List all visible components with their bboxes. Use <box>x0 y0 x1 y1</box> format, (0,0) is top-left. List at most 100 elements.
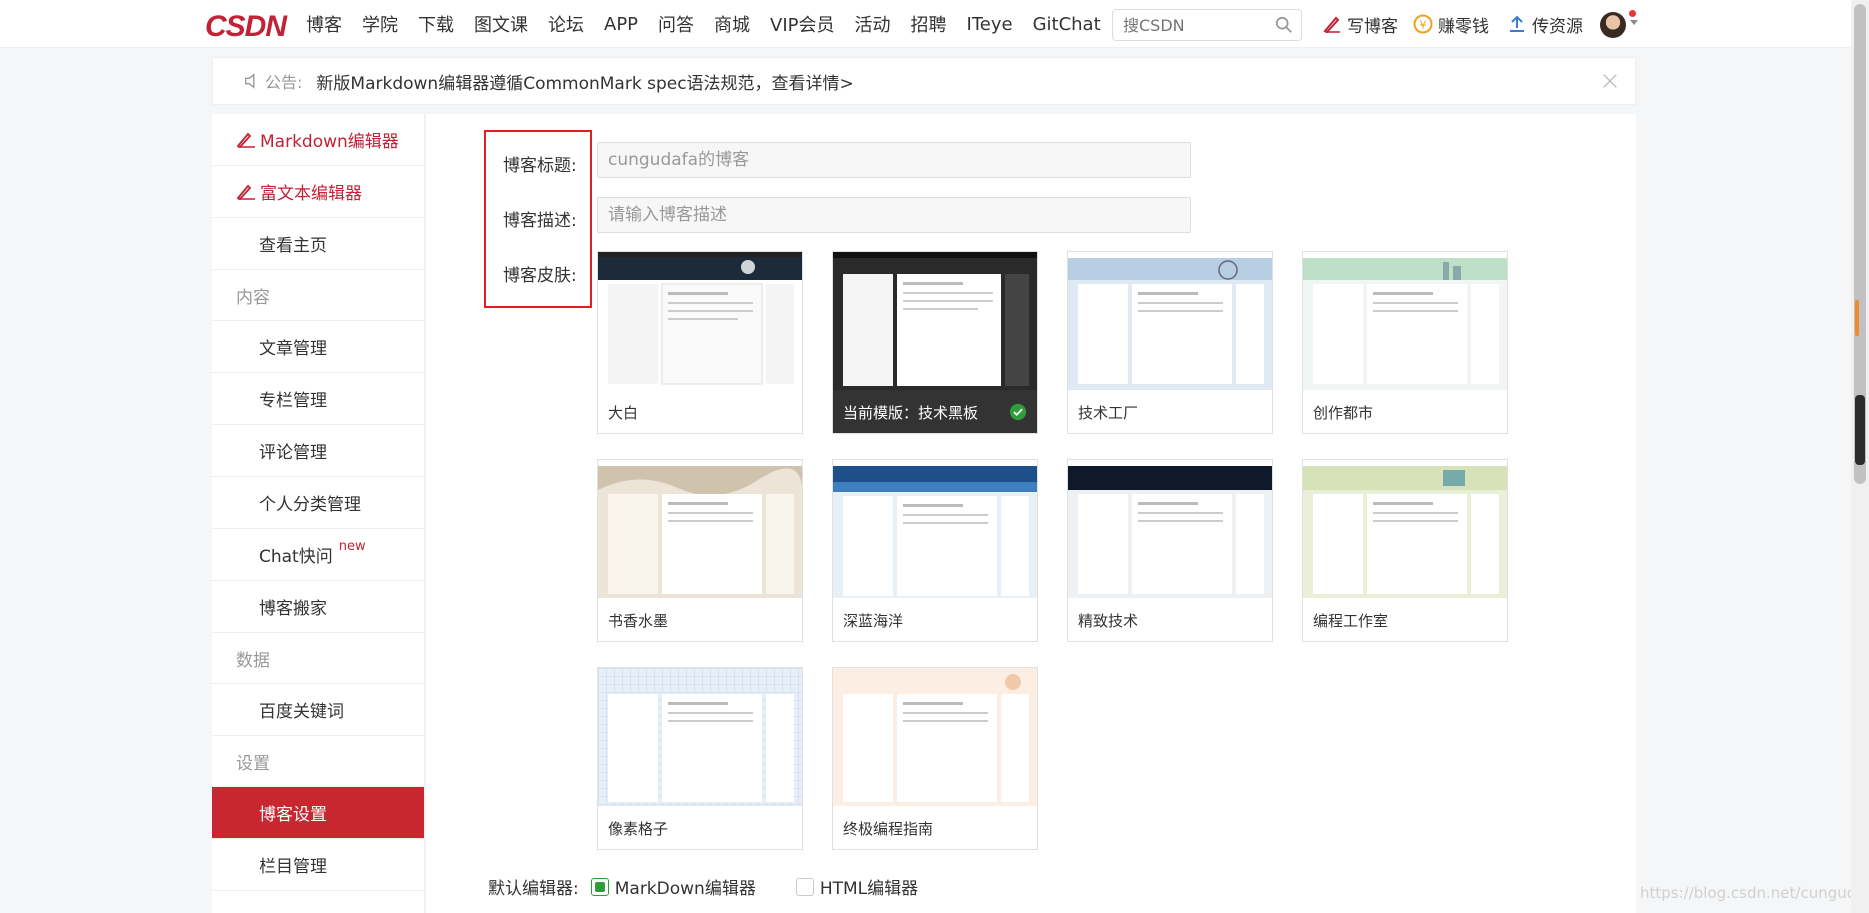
current-prefix: 当前模版： <box>843 404 919 422</box>
sidebar-item-blog-settings[interactable]: 博客设置 <box>212 787 424 839</box>
sidebar-item-chat[interactable]: Chat快问 new <box>212 529 424 581</box>
close-icon[interactable] <box>1601 72 1619 90</box>
description-label: 博客描述: <box>503 211 577 231</box>
sidebar-item-columns[interactable]: 专栏管理 <box>212 373 424 425</box>
skin-card-creative-city[interactable]: 创作都市 <box>1302 251 1508 434</box>
write-blog-label: 写博客 <box>1347 16 1398 37</box>
skin-card-coding-studio[interactable]: 编程工作室 <box>1302 459 1508 642</box>
csdn-logo[interactable]: CSDN <box>205 10 287 44</box>
skin-name: 创作都市 <box>1313 404 1374 422</box>
earn-money-label: 赚零钱 <box>1438 16 1489 37</box>
sidebar-item-blog-move[interactable]: 博客搬家 <box>212 581 424 633</box>
skin-card-refined-tech[interactable]: 精致技术 <box>1067 459 1273 642</box>
side-indicator <box>1855 300 1859 336</box>
nav-mall[interactable]: 商城 <box>714 11 750 37</box>
skin-card-ink[interactable]: 书香水墨 <box>597 459 803 642</box>
skin-label: 博客皮肤: <box>503 266 577 286</box>
announcement-bar: 公告: 新版Markdown编辑器遵循CommonMark spec语法规范，查… <box>212 57 1636 105</box>
skin-thumbnail <box>833 460 1037 598</box>
skin-thumbnail <box>598 668 802 806</box>
search-input[interactable] <box>1113 10 1263 40</box>
skin-card-pixel-grid[interactable]: 像素格子 <box>597 667 803 850</box>
skin-name: 终极编程指南 <box>843 820 934 838</box>
coin-icon: ¥ <box>1413 14 1433 34</box>
nav-qa[interactable]: 问答 <box>658 11 694 37</box>
pen-icon <box>236 132 255 148</box>
main-nav: 博客 学院 下载 图文课 论坛 APP 问答 商城 VIP会员 活动 招聘 IT… <box>306 0 1121 48</box>
markdown-editor-option[interactable]: MarkDown编辑器 <box>615 874 756 899</box>
skin-name: 编程工作室 <box>1313 612 1389 630</box>
avatar[interactable] <box>1600 12 1626 38</box>
skin-thumbnail <box>598 460 802 598</box>
skin-name: 当前模版：技术黑板 <box>843 402 978 423</box>
sidebar-section-content: 内容 <box>212 270 424 321</box>
nav-forum[interactable]: 论坛 <box>548 11 584 37</box>
nav-gitchat[interactable]: GitChat <box>1033 14 1101 35</box>
announcement-label: 公告: <box>265 73 303 92</box>
upload-resource-label: 传资源 <box>1532 16 1583 37</box>
sidebar-item-markdown-editor[interactable]: Markdown编辑器 <box>212 114 424 166</box>
sidebar: Markdown编辑器 富文本编辑器 查看主页 内容 文章管理 专栏管理 评论管… <box>212 114 425 913</box>
sidebar-section-settings: 设置 <box>212 736 424 787</box>
sidebar-item-home[interactable]: 查看主页 <box>212 218 424 270</box>
upload-resource-button[interactable]: 传资源 <box>1507 0 1583 48</box>
nav-jobs[interactable]: 招聘 <box>911 11 947 37</box>
default-editor-label: 默认编辑器: <box>488 879 579 899</box>
sidebar-item-articles[interactable]: 文章管理 <box>212 321 424 373</box>
markdown-editor-checkbox[interactable] <box>590 877 609 896</box>
sidebar-item-keywords[interactable]: 百度关键词 <box>212 684 424 736</box>
skin-thumbnail <box>1303 460 1507 598</box>
pen-icon <box>236 184 255 200</box>
nav-iteye[interactable]: ITeye <box>967 14 1013 35</box>
svg-text:¥: ¥ <box>1420 19 1427 32</box>
announcement-link[interactable]: 新版Markdown编辑器遵循CommonMark spec语法规范，查看详情> <box>316 69 853 94</box>
sidebar-item-rich-text-editor[interactable]: 富文本编辑器 <box>212 166 424 218</box>
nav-academy[interactable]: 学院 <box>362 11 398 37</box>
nav-events[interactable]: 活动 <box>855 11 891 37</box>
check-circle-icon <box>1009 403 1027 421</box>
skin-card-ultimate-guide[interactable]: 终极编程指南 <box>832 667 1038 850</box>
skin-name: 像素格子 <box>608 820 669 838</box>
earn-money-button[interactable]: ¥ 赚零钱 <box>1413 0 1489 48</box>
sidebar-item-comments[interactable]: 评论管理 <box>212 425 424 477</box>
pen-icon <box>1323 16 1340 34</box>
sidebar-item-label: Chat快问 <box>259 547 333 567</box>
speaker-icon <box>245 73 255 89</box>
skin-thumbnail <box>1303 252 1507 390</box>
skin-thumbnail <box>833 252 1037 390</box>
sidebar-item-column-management[interactable]: 栏目管理 <box>212 839 424 891</box>
skin-card-blackboard[interactable]: 当前模版：技术黑板 <box>832 251 1038 434</box>
nav-blog[interactable]: 博客 <box>306 11 342 37</box>
skin-thumbnail <box>598 252 802 390</box>
sidebar-item-label: 富文本编辑器 <box>260 184 362 204</box>
skin-card-tech-factory[interactable]: 技术工厂 <box>1067 251 1273 434</box>
skin-thumbnail <box>833 668 1037 806</box>
nav-app[interactable]: APP <box>604 14 638 35</box>
current-skin-name: 技术黑板 <box>918 404 979 422</box>
default-editor-setting: 默认编辑器: MarkDown编辑器 HTML编辑器 <box>488 874 918 899</box>
html-editor-option[interactable]: HTML编辑器 <box>820 874 918 899</box>
skin-thumbnail <box>1068 252 1272 390</box>
skin-card-dabai[interactable]: 大白 <box>597 251 803 434</box>
upload-icon <box>1510 15 1524 32</box>
nav-vip[interactable]: VIP会员 <box>770 11 834 37</box>
html-editor-checkbox[interactable] <box>795 877 814 896</box>
top-navbar: CSDN 博客 学院 下载 图文课 论坛 APP 问答 商城 VIP会员 活动 … <box>0 0 1851 48</box>
skin-card-deep-ocean[interactable]: 深蓝海洋 <box>832 459 1038 642</box>
skin-name: 精致技术 <box>1078 612 1139 630</box>
blog-title-input[interactable]: cungudafa的博客 <box>597 142 1191 178</box>
sidebar-item-categories[interactable]: 个人分类管理 <box>212 477 424 529</box>
new-badge: new <box>338 539 366 554</box>
write-blog-button[interactable]: 写博客 <box>1322 0 1398 48</box>
notification-dot <box>1629 10 1636 17</box>
watermark: https://blog.csdn.net/cungudafa <box>1640 884 1869 902</box>
skin-thumbnail <box>1068 460 1272 598</box>
chevron-down-icon[interactable] <box>1630 20 1638 25</box>
nav-course[interactable]: 图文课 <box>474 11 528 37</box>
skin-name: 深蓝海洋 <box>843 612 904 630</box>
search-icon[interactable] <box>1275 16 1293 34</box>
blog-description-input[interactable]: 请输入博客描述 <box>597 197 1191 233</box>
sidebar-section-data: 数据 <box>212 633 424 684</box>
nav-download[interactable]: 下载 <box>418 11 454 37</box>
sidebar-item-label: Markdown编辑器 <box>260 132 399 152</box>
